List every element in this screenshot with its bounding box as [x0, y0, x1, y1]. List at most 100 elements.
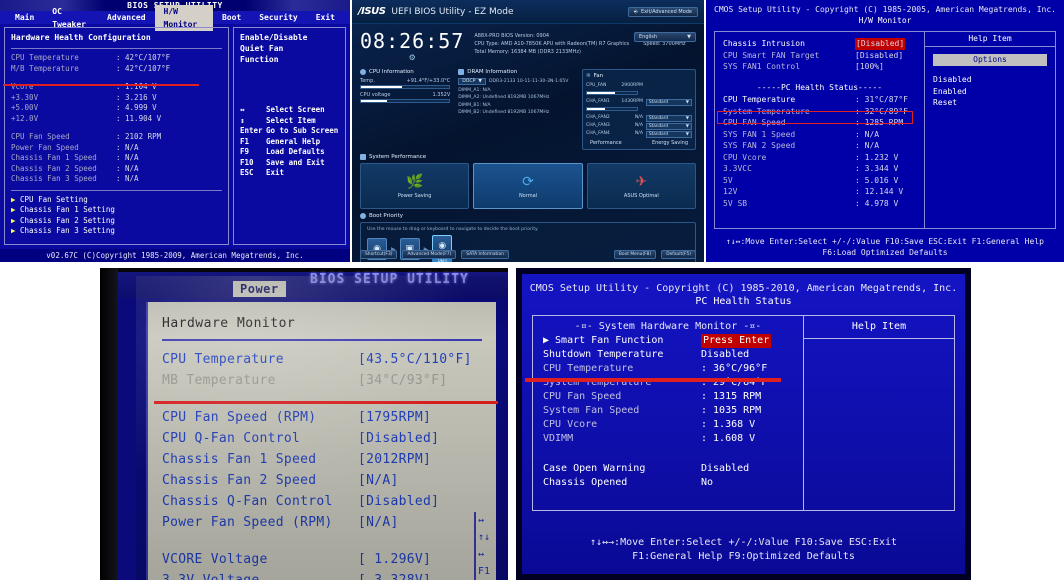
exit-advanced-mode-button[interactable]: ⎆ Exit/Advanced Mode [627, 6, 698, 17]
hardware-monitor-content: Hardware Monitor CPU Temperature [43.5°C… [146, 302, 496, 580]
key: ESC [240, 168, 254, 177]
language-selector[interactable]: English ▼ [634, 32, 696, 42]
label: M/B Temperature [11, 63, 79, 73]
key: ↕ [240, 115, 245, 125]
value: [1795RPM] [358, 410, 432, 425]
label: Chassis Fan 3 Speed [11, 174, 97, 183]
chevron-down-icon: ▼ [478, 79, 482, 85]
tab-power[interactable]: Power [233, 281, 286, 297]
value: : 1.608 V [701, 433, 756, 444]
value: : N/A [116, 174, 139, 183]
value: : 31°C/87°F [855, 95, 908, 104]
submenu-cpu-fan-setting[interactable]: ▶ CPU Fan Setting [11, 195, 222, 206]
submenu-chassis-fan-2-setting[interactable]: ▶ Chassis Fan 2 Setting [11, 216, 222, 227]
footer-line-1: ↑↓↔→:Move Enter:Select +/-/:Value F10:Sa… [589, 537, 898, 548]
row-cpu-fan-speed: CPU Fan Speed : 1315 RPM [543, 390, 793, 404]
boot-menu-button[interactable]: Boot Menu(F8) [613, 250, 657, 259]
value: Disabled [701, 349, 750, 360]
docp-selector[interactable]: DOCP ▼ [458, 78, 486, 86]
cmos-subtitle: PC Health Status [695, 296, 792, 307]
value: [ 3.328V] [358, 570, 431, 580]
section-heading: Hardware Health Configuration [11, 33, 151, 42]
label: ▶ Smart Fan Function [543, 335, 664, 346]
row-12v: +12.0V : 11.904 V [11, 114, 222, 125]
value: [Disabled] [358, 431, 440, 446]
monitor-bezel [100, 268, 118, 580]
row-smart-fan-function[interactable]: ▶ Smart Fan Function Press Enter [543, 334, 793, 348]
key: ↔ [240, 105, 245, 114]
screen-area: BIOS SETUP UTILITY Power Hardware Monito… [118, 272, 508, 580]
shortcut-button[interactable]: Shortcut(F3) [360, 250, 398, 259]
row-chassis-qfan-control[interactable]: Chassis Q-Fan Control [Disabled] [148, 491, 496, 512]
cmos-title: CMOS Setup Utility - Copyright (C) 1985-… [529, 283, 958, 294]
system-clock[interactable]: 08:26:57 [360, 29, 464, 53]
row-power-fan-speed: Power Fan Speed (RPM) [N/A] [148, 512, 496, 533]
submenu-chassis-fan-1-setting[interactable]: ▶ Chassis Fan 1 Setting [11, 205, 222, 216]
label: CPU Information [369, 69, 414, 75]
option-reset[interactable]: Reset [925, 97, 1055, 109]
key-hint-esc: ESC Exit [240, 168, 339, 179]
cpu-type: CPU Type: AMD A10-7850K APU with Radeon(… [474, 41, 630, 47]
row-3v3: +3.30V : 3.216 V [11, 93, 222, 104]
advanced-mode-button[interactable]: Advanced Mode(F7) [402, 250, 457, 259]
value: : 2102 RPM [116, 132, 162, 141]
hardware-health-panel: Hardware Health Configuration CPU Temper… [3, 27, 229, 245]
help-line-2: Quiet Fan [240, 44, 284, 53]
value: [Disabled] [855, 38, 906, 50]
row-cpu-qfan-control[interactable]: CPU Q-Fan Control [Disabled] [148, 428, 496, 449]
tab-main[interactable]: Main [6, 11, 43, 24]
uefi-title: UEFI BIOS Utility - EZ Mode [391, 6, 514, 17]
label: 3.3VCC [723, 164, 752, 173]
option-enabled[interactable]: Enabled [925, 86, 1055, 98]
tab-boot[interactable]: Boot [213, 11, 250, 24]
label: Fan [593, 73, 604, 79]
gear-icon [360, 69, 366, 75]
option-disabled[interactable]: Disabled [925, 74, 1055, 86]
mode-asus-optimal[interactable]: ✈ ASUS Optimal [586, 163, 696, 209]
value: [Disabled] [358, 494, 440, 509]
panel-asus-uefi-ez-mode: /ISUS UEFI BIOS Utility - EZ Mode ⎆ Exit… [352, 0, 704, 262]
value: [100%] [855, 62, 884, 71]
annotation-underline-cpu-temp [525, 378, 781, 382]
row-cpu-smart-fan-target[interactable]: CPU Smart FAN Target [Disabled] [723, 50, 916, 62]
row-sys-fan1-control[interactable]: SYS FAN1 Control [100%] [723, 61, 916, 73]
fan-mode-select-cha4[interactable]: Standard ▼ [646, 130, 692, 138]
bios-screenshot-collage: BIOS SETUP UTILITY Main OC Tweaker Advan… [0, 0, 1064, 580]
fan-mode-select-cha3[interactable]: Standard ▼ [646, 122, 692, 130]
mode-normal[interactable]: ⟳ Normal [473, 163, 583, 209]
fan-mode-select-cha1[interactable]: Standard ▼ [646, 98, 692, 106]
key-hint-f9: F9 Load Defaults [240, 147, 339, 158]
row-cpu-vcore: CPU Vcore : 1.232 V [723, 152, 916, 164]
fan-value: N/A [634, 131, 643, 136]
value: Press Enter [701, 334, 772, 348]
panel-ami-hw-monitor: CMOS Setup Utility - Copyright (C) 1985-… [706, 0, 1064, 262]
mode-power-saving[interactable]: 🌿 Power Saving [360, 163, 470, 209]
desc: Save and Exit [266, 157, 325, 167]
submenu-chassis-fan-3-setting[interactable]: ▶ Chassis Fan 3 Setting [11, 226, 222, 237]
label: Chassis Q-Fan Control [162, 494, 333, 509]
label: SYS FAN1 Control [723, 62, 801, 71]
row-cpu-vcore: CPU Vcore : 1.368 V [543, 418, 793, 432]
label: Chassis Fan 2 Speed [11, 163, 97, 173]
value: [ 1.296V] [358, 552, 432, 567]
tab-advanced[interactable]: Advanced [98, 11, 155, 24]
row-chassis-intrusion[interactable]: Chassis Intrusion [Disabled] [723, 38, 916, 50]
sata-information-button[interactable]: SATA Information [461, 250, 509, 259]
tab-security[interactable]: Security [250, 11, 307, 24]
row-shutdown-temperature[interactable]: Shutdown Temperature Disabled [543, 348, 793, 362]
fan-mode-select-cha2[interactable]: Standard ▼ [646, 114, 692, 122]
key: Enter [240, 126, 263, 135]
options-button[interactable]: Options [933, 54, 1047, 66]
row-case-open-warning[interactable]: Case Open Warning Disabled [543, 462, 793, 476]
default-button[interactable]: Default(F5) [661, 250, 696, 259]
label: English [639, 34, 658, 40]
fan-icon: ❊ [586, 73, 591, 79]
fan-row-cha4: CHA_FAN4 N/A Standard ▼ [586, 130, 692, 138]
row-cpu-fan-speed: CPU Fan Speed : 2102 RPM [11, 132, 222, 143]
tab-exit[interactable]: Exit [307, 11, 344, 24]
label: Power Fan Speed [11, 142, 79, 152]
cpu-voltage-bar [360, 99, 451, 103]
help-item-header: Help Item [804, 316, 954, 339]
row-cpu-temperature[interactable]: CPU Temperature : 42°C/107°F [11, 53, 222, 64]
gear-icon[interactable]: ⚙ [360, 53, 464, 62]
